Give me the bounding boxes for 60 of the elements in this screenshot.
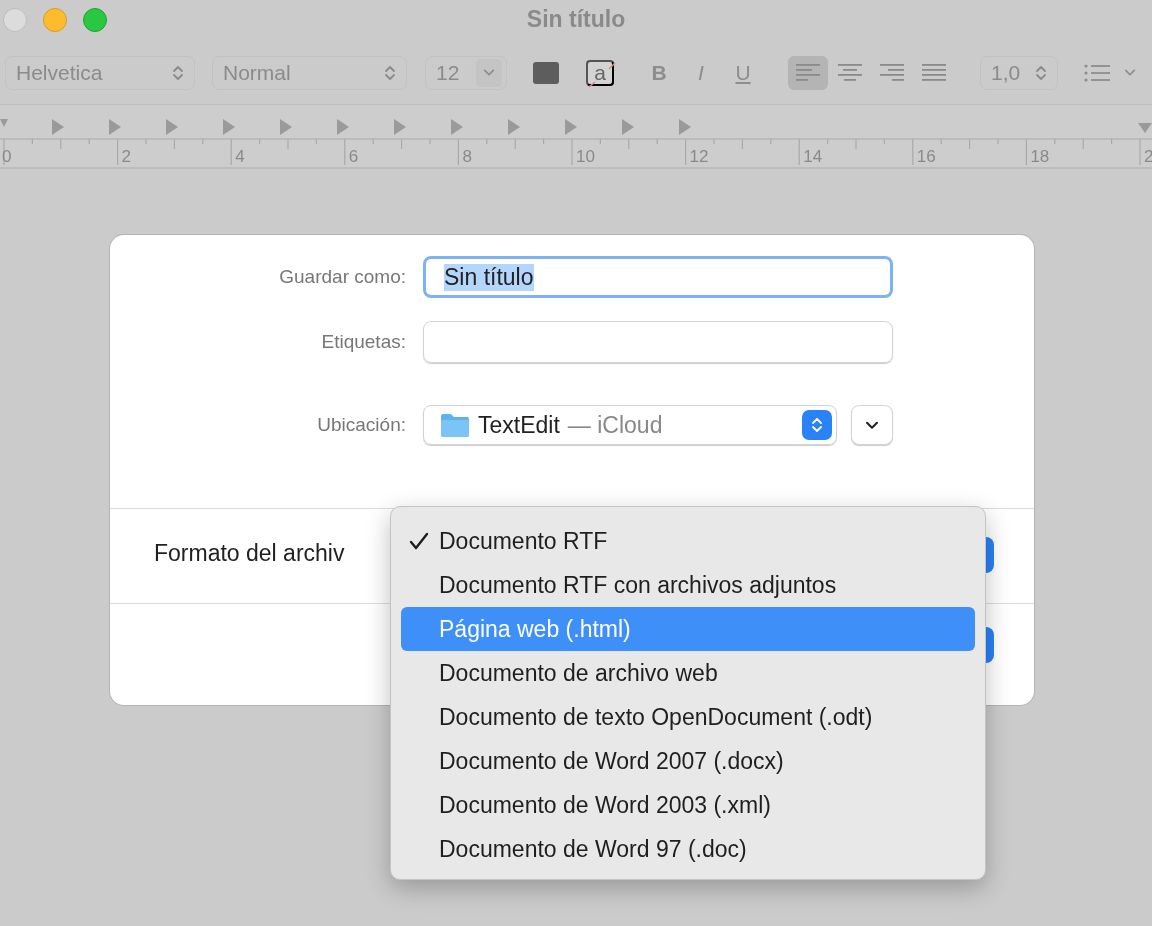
chevron-down-icon: [1124, 69, 1136, 77]
field-label: Guardar como:: [278, 266, 406, 288]
menu-item[interactable]: Documento RTF: [401, 519, 975, 563]
tab-stop-icon[interactable]: [565, 119, 577, 135]
menu-item[interactable]: Documento de Word 2003 (.xml): [401, 783, 975, 827]
ruler-number: 8: [462, 147, 472, 166]
ruler-number: 14: [803, 147, 823, 166]
tab-stop-icon[interactable]: [508, 119, 520, 135]
list-icon[interactable]: [1084, 64, 1110, 82]
text-color-well[interactable]: [533, 62, 559, 84]
updown-icon: [384, 64, 396, 82]
updown-icon: [172, 64, 184, 82]
ruler-number: 0: [2, 147, 12, 166]
tab-stop-icon[interactable]: [109, 119, 121, 135]
minimize-button[interactable]: [43, 8, 67, 32]
tab-stop-icon[interactable]: [280, 119, 292, 135]
updown-icon: [1035, 64, 1047, 82]
chevron-down-icon: [865, 420, 880, 430]
align-justify-icon: [922, 64, 946, 82]
chevron-down-icon: [483, 69, 495, 77]
field-label: Formato del archiv: [154, 539, 345, 567]
zoom-button[interactable]: [83, 8, 107, 32]
expand-button[interactable]: [851, 405, 893, 445]
ruler-number: 2: [121, 147, 132, 166]
align-center-icon: [838, 64, 862, 82]
updown-icon: [811, 416, 824, 434]
menu-item[interactable]: Documento de Word 97 (.doc): [401, 827, 975, 871]
folder-icon: [440, 412, 470, 438]
menu-item[interactable]: Documento de Word 2007 (.docx): [401, 739, 975, 783]
tab-stop-icon[interactable]: [52, 119, 64, 135]
tab-stop-icon[interactable]: [223, 119, 235, 135]
align-left-icon: [796, 64, 820, 82]
tab-stop-icon[interactable]: [337, 119, 349, 135]
field-label: Etiquetas:: [320, 331, 406, 353]
align-right-icon: [880, 64, 904, 82]
filename-field[interactable]: Sin título: [423, 256, 893, 298]
menu-item[interactable]: Documento de archivo web: [401, 651, 975, 695]
ruler-number: 6: [348, 147, 359, 166]
close-button[interactable]: [3, 8, 27, 32]
indent-marker-icon[interactable]: [0, 119, 8, 127]
tab-stop-icon[interactable]: [622, 119, 634, 135]
ruler-number: 12: [689, 147, 709, 166]
ruler-number: 10: [576, 147, 595, 166]
ruler-number: 4: [235, 147, 245, 166]
menu-item[interactable]: Documento RTF con archivos adjuntos: [401, 563, 975, 607]
window-title: Sin título: [526, 5, 626, 33]
tab-stop-icon[interactable]: [451, 119, 463, 135]
ruler-number: 2: [1144, 147, 1152, 166]
margin-marker-icon[interactable]: [1138, 123, 1152, 133]
ruler-number: 16: [916, 147, 936, 166]
tab-stop-icon[interactable]: [679, 119, 691, 135]
tab-stop-icon[interactable]: [166, 119, 178, 135]
tab-stop-icon[interactable]: [394, 119, 406, 135]
background-color-button[interactable]: a: [586, 60, 614, 86]
field-label: Ubicación:: [316, 414, 406, 436]
menu-item[interactable]: Documento de texto OpenDocument (.odt): [401, 695, 975, 739]
ruler-number: 18: [1030, 147, 1050, 166]
align-button[interactable]: [788, 56, 828, 90]
location-dropdown[interactable]: TextEdit — iCloud: [423, 405, 838, 445]
tags-field[interactable]: [423, 321, 893, 363]
